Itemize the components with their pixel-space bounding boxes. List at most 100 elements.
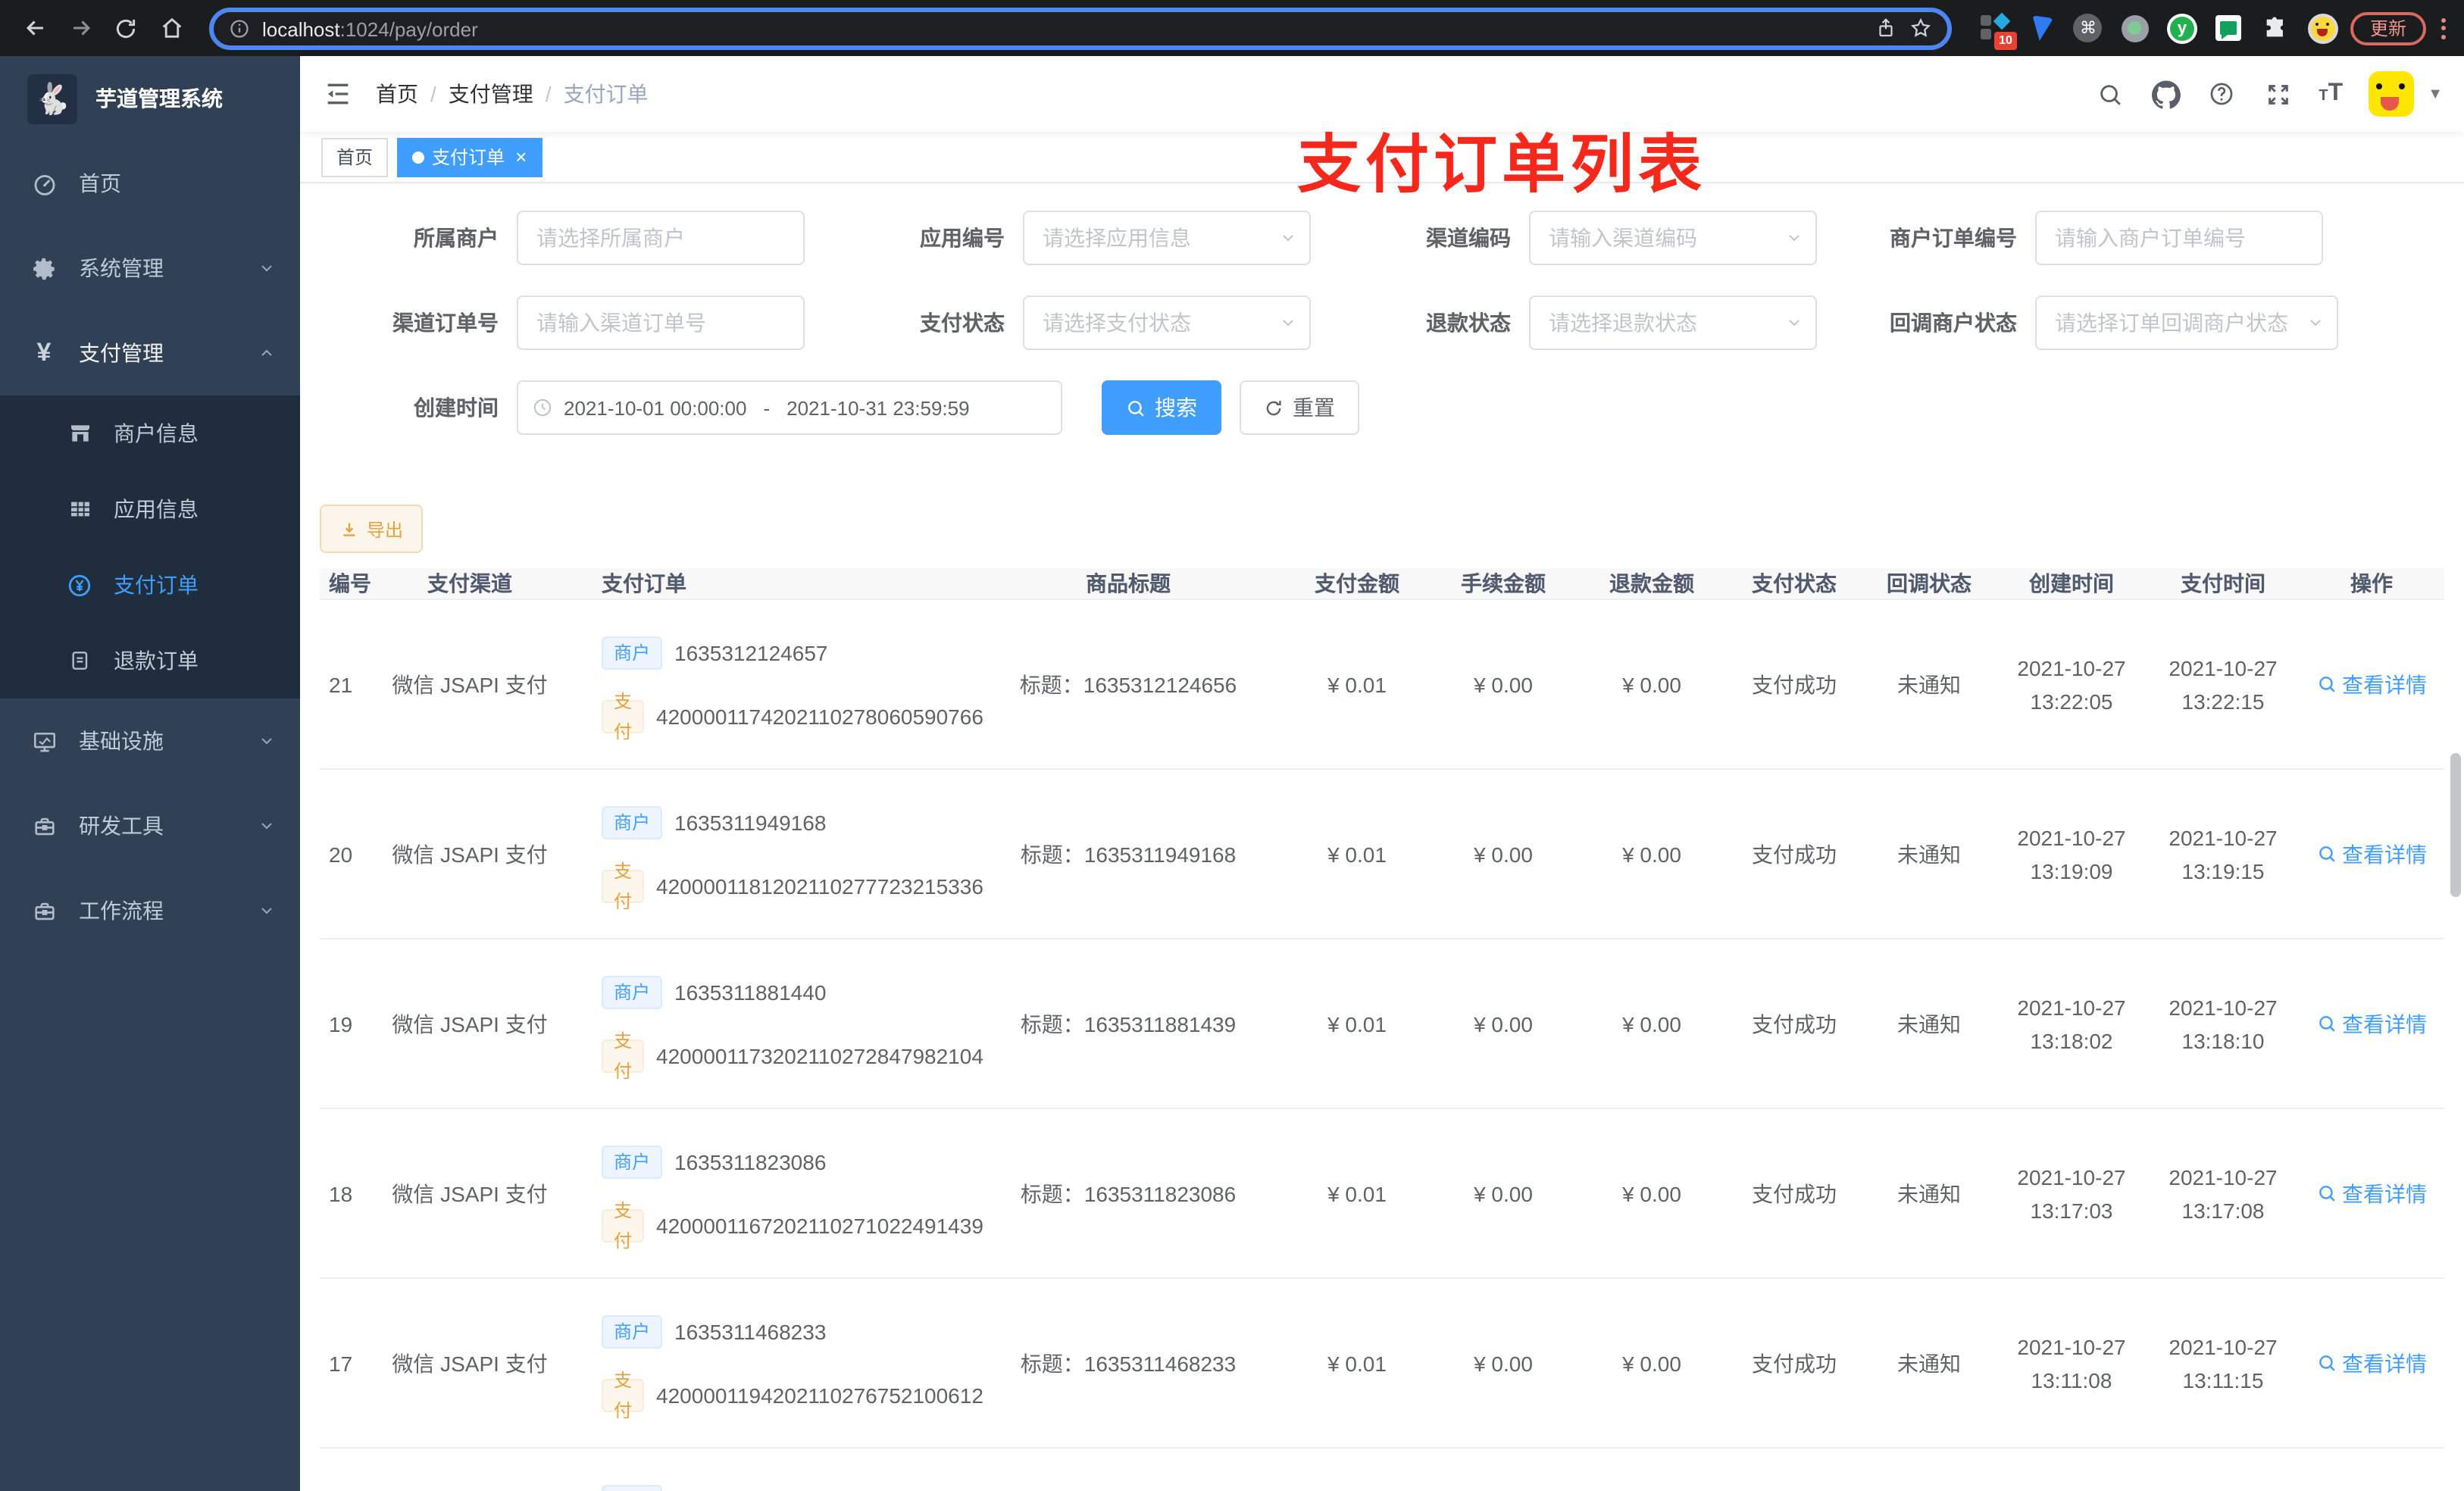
table-row: 20 微信 JSAPI 支付 商户 1635311949168 支付 42000… xyxy=(320,770,2444,939)
sidebar-item-infra[interactable]: 基础设施 xyxy=(0,699,300,783)
goods-title: 标题： xyxy=(971,1449,1285,1491)
merchant-tag: 商户 xyxy=(602,805,663,839)
fee-amount: ¥ 0.00 xyxy=(1474,842,1533,866)
export-button[interactable]: 导出 xyxy=(320,505,424,553)
merchant-order-no: 1635311468233 xyxy=(674,1319,827,1343)
table-header: 编号 支付渠道 支付订单 商品标题 支付金额 手续金额 退款金额 支付状态 回调… xyxy=(320,568,2444,600)
tag-pay-order[interactable]: 支付订单 × xyxy=(397,137,543,177)
browser-menu-icon[interactable] xyxy=(2441,17,2446,39)
dashboard-icon xyxy=(30,170,58,197)
goods-title: 标题： 1635311949168 xyxy=(1020,842,1237,866)
github-icon[interactable] xyxy=(2150,79,2181,109)
pay-amount: ¥ 0.01 xyxy=(1327,1181,1387,1205)
tag-home[interactable]: 首页 xyxy=(321,137,389,177)
pay-status: 支付成功 xyxy=(1752,1351,1837,1375)
refund-amount: ¥ 0.00 xyxy=(1622,1181,1681,1205)
col-header-order: 支付订单 xyxy=(602,571,686,595)
channel-code-select[interactable] xyxy=(1529,211,1817,265)
merchant-order-no-input[interactable] xyxy=(2035,211,2323,265)
view-detail-link[interactable]: 查看详情 xyxy=(2316,839,2427,869)
goods-title: 标题： 1635311881439 xyxy=(1020,1011,1237,1036)
pay-tag: 支付 xyxy=(602,1369,645,1421)
yen-circle-icon xyxy=(67,572,92,598)
breadcrumb-home[interactable]: 首页 xyxy=(376,79,418,109)
pay-order-no: 4200001174202110278060590766 xyxy=(656,704,983,728)
view-detail-link[interactable]: 查看详情 xyxy=(2316,1178,2427,1208)
chevron-down-icon xyxy=(1279,229,1297,247)
table-row: 18 微信 JSAPI 支付 商户 1635311823086 支付 42000… xyxy=(320,1109,2444,1279)
user-avatar[interactable] xyxy=(2369,71,2415,117)
sidebar-item-refund-order[interactable]: 退款订单 xyxy=(0,623,300,699)
extension-icon-blocks[interactable]: 10 xyxy=(1979,11,2017,49)
pay-channel: 微信 JSAPI 支付 xyxy=(392,672,548,696)
merchant-tag: 商户 xyxy=(602,1484,663,1491)
goods-title: 标题： 1635312124656 xyxy=(1019,672,1237,696)
close-tag-icon[interactable]: × xyxy=(515,147,527,167)
toolbox-icon xyxy=(30,812,58,839)
pay-status-select[interactable] xyxy=(1023,295,1311,350)
channel-order-no-input[interactable] xyxy=(517,295,805,350)
sidebar-item-app-info[interactable]: 应用信息 xyxy=(0,471,300,547)
browser-home-button[interactable] xyxy=(155,11,188,45)
extension-icon-command[interactable]: ⌘ xyxy=(2073,13,2103,43)
view-detail-link[interactable]: 查看详情 xyxy=(2316,1348,2427,1378)
screen: localhost:1024/pay/order 10 ⌘ y 更新 🐇 芋道管… xyxy=(0,0,2464,1491)
browser-back-button[interactable] xyxy=(18,11,52,45)
sidebar-item-workflow[interactable]: 工作流程 xyxy=(0,868,300,953)
pay-order-no: 4200001173202110272847982104 xyxy=(656,1043,983,1067)
pay-tag: 支付 xyxy=(602,1199,645,1251)
chevron-down-icon xyxy=(258,817,276,835)
refund-status-select[interactable] xyxy=(1529,295,1817,350)
sidebar-item-system[interactable]: 系统管理 xyxy=(0,226,300,311)
font-size-icon[interactable]: TT xyxy=(2319,80,2343,108)
avatar-caret-icon[interactable]: ▼ xyxy=(2428,86,2443,102)
pay-status: 支付成功 xyxy=(1752,672,1837,696)
search-button[interactable]: 搜索 xyxy=(1102,380,1221,435)
extension-icon-y[interactable]: y xyxy=(2166,13,2197,43)
notify-status-select[interactable] xyxy=(2035,295,2338,350)
date-range-input[interactable]: 2021-10-01 00:00:00 - 2021-10-31 23:59:5… xyxy=(517,380,1062,435)
app-no-select[interactable] xyxy=(1023,211,1311,265)
view-detail-link[interactable]: 查看详情 xyxy=(2316,1008,2427,1039)
site-info-icon[interactable] xyxy=(229,17,250,39)
pay-order-no: 4200001194202110276752100612 xyxy=(656,1383,983,1407)
browser-forward-button[interactable] xyxy=(64,11,97,45)
table-row: 21 微信 JSAPI 支付 商户 1635312124657 支付 42000… xyxy=(320,600,2444,770)
merchant-tag: 商户 xyxy=(602,636,663,669)
search-icon[interactable] xyxy=(2094,79,2125,109)
filter-merchant-order-no: 商户订单编号 xyxy=(1838,211,2323,265)
update-button[interactable]: 更新 xyxy=(2350,11,2426,45)
merchant-input[interactable] xyxy=(517,211,805,265)
extensions-puzzle-icon[interactable] xyxy=(2261,13,2291,43)
chevron-down-icon xyxy=(1785,229,1803,247)
url-bar[interactable]: localhost:1024/pay/order xyxy=(209,7,1952,49)
app-logo-row[interactable]: 🐇 芋道管理系统 xyxy=(0,56,300,141)
profile-avatar-icon[interactable] xyxy=(2307,13,2338,43)
scrollbar-thumb[interactable] xyxy=(2450,753,2461,897)
breadcrumb-payment[interactable]: 支付管理 xyxy=(449,79,533,109)
help-icon[interactable] xyxy=(2206,79,2237,109)
extension-icon-chat[interactable] xyxy=(2214,13,2244,43)
sidebar-item-payment[interactable]: ¥ 支付管理 xyxy=(0,311,300,395)
col-header-title: 商品标题 xyxy=(1086,571,1171,595)
fee-amount: ¥ 0.00 xyxy=(1474,1351,1533,1375)
extension-icon-record[interactable] xyxy=(2120,13,2150,43)
col-header-notify: 回调状态 xyxy=(1887,571,1972,595)
created-time: 2021-10-27 13:18:02 xyxy=(2017,995,2126,1052)
extension-icon-kite[interactable] xyxy=(2026,13,2056,43)
fee-amount: ¥ 0.00 xyxy=(1474,672,1533,696)
order-id: 18 xyxy=(329,1181,353,1205)
fullscreen-icon[interactable] xyxy=(2262,79,2293,109)
view-detail-link[interactable]: 查看详情 xyxy=(2316,669,2427,699)
sidebar-item-merchant-info[interactable]: 商户信息 xyxy=(0,395,300,471)
share-icon[interactable] xyxy=(1875,17,1897,39)
pay-order-no: 4200001181202110277723215336 xyxy=(656,874,983,898)
sidebar-item-dev-tools[interactable]: 研发工具 xyxy=(0,783,300,868)
bookmark-star-icon[interactable] xyxy=(1909,17,1932,39)
sidebar-item-home[interactable]: 首页 xyxy=(0,141,300,226)
sidebar-item-pay-order[interactable]: 支付订单 xyxy=(0,547,300,623)
sidebar-collapse-icon[interactable] xyxy=(321,77,355,111)
browser-reload-button[interactable] xyxy=(109,11,142,45)
reset-button[interactable]: 重置 xyxy=(1240,380,1359,435)
col-header-channel: 支付渠道 xyxy=(427,571,512,595)
